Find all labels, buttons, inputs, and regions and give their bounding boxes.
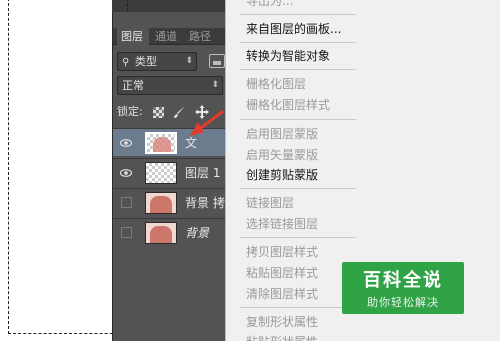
blend-mode-select[interactable]: 正常 ⬍ xyxy=(117,76,223,95)
layer-kind-filter[interactable]: ⚲ 类型 ⬍ xyxy=(117,52,197,71)
tab-layers[interactable]: 图层 xyxy=(117,28,149,45)
menu-item-clear-layer-style[interactable]: 清除图层样式 xyxy=(246,285,318,303)
eye-icon[interactable] xyxy=(119,167,133,179)
menu-item-rasterize-layer-style[interactable]: 栅格化图层样式 xyxy=(246,96,330,114)
layer-filter-row: ⚲ 类型 ⬍ xyxy=(117,52,227,72)
watermark-subtitle: 助你轻松解决 xyxy=(367,296,439,309)
layer-name: 图层 1 xyxy=(185,166,221,180)
menu-item-enable-layer-mask[interactable]: 启用图层蒙版 xyxy=(246,125,318,143)
lock-label: 锁定: xyxy=(117,105,143,118)
menu-item-copy-layer-style[interactable]: 拷贝图层样式 xyxy=(246,243,318,261)
menu-item-artboard-from-layers[interactable]: 来自图层的画板... xyxy=(246,20,341,38)
menu-separator xyxy=(240,42,356,43)
menu-separator xyxy=(240,14,356,15)
menu-separator xyxy=(240,237,356,238)
selection-marquee xyxy=(8,0,128,334)
lock-transparent-pixels-icon[interactable] xyxy=(153,107,164,118)
menu-item-create-clipping-mask[interactable]: 创建剪贴蒙版 xyxy=(246,166,318,184)
lock-image-pixels-icon[interactable] xyxy=(173,105,187,119)
dropdown-icon: ⬍ xyxy=(211,80,219,90)
menu-item-rasterize-layer[interactable]: 栅格化图层 xyxy=(246,75,306,93)
menu-separator xyxy=(240,188,356,189)
menu-item-link-layers[interactable]: 链接图层 xyxy=(246,194,294,212)
menu-item-paste-shape-attributes[interactable]: 粘贴形状属性 xyxy=(246,333,318,341)
menu-item-select-linked-layers[interactable]: 选择链接图层 xyxy=(246,215,318,233)
menu-item-export-as: 导出为... xyxy=(246,0,294,8)
layer-thumbnail xyxy=(145,222,177,244)
visibility-toggle[interactable] xyxy=(121,197,132,208)
watermark-logo: 百科全说 助你轻松解决 xyxy=(342,262,464,314)
layer-name: 背景 拷 xyxy=(185,196,225,210)
filter-kind-label: 类型 xyxy=(134,55,157,68)
layer-thumbnail xyxy=(145,192,177,214)
menu-item-enable-vector-mask[interactable]: 启用矢量蒙版 xyxy=(246,146,318,164)
layer-name: 背景 xyxy=(185,226,210,240)
watermark-title: 百科全说 xyxy=(363,270,443,291)
search-icon: ⚲ xyxy=(122,57,130,68)
menu-separator xyxy=(240,119,356,120)
layer-thumbnail xyxy=(145,162,177,184)
blend-mode-value: 正常 xyxy=(122,79,144,92)
layer-thumbnail xyxy=(145,132,177,154)
tab-channels[interactable]: 通道 xyxy=(151,28,183,45)
document-canvas[interactable] xyxy=(0,0,128,341)
pixel-layer-filter-icon[interactable] xyxy=(209,54,225,68)
eye-icon[interactable] xyxy=(119,137,133,149)
menu-separator xyxy=(240,307,356,308)
menu-item-copy-shape-attributes[interactable]: 复制形状属性 xyxy=(246,313,318,331)
tab-paths[interactable]: 路径 xyxy=(185,28,219,45)
visibility-toggle[interactable] xyxy=(121,227,132,238)
menu-separator xyxy=(240,69,356,70)
annotation-arrow-icon xyxy=(190,110,224,136)
menu-item-convert-to-smart-object[interactable]: 转换为智能对象 xyxy=(246,47,330,65)
menu-item-paste-layer-style[interactable]: 粘贴图层样式 xyxy=(246,264,318,282)
dropdown-icon: ⬍ xyxy=(185,56,193,66)
